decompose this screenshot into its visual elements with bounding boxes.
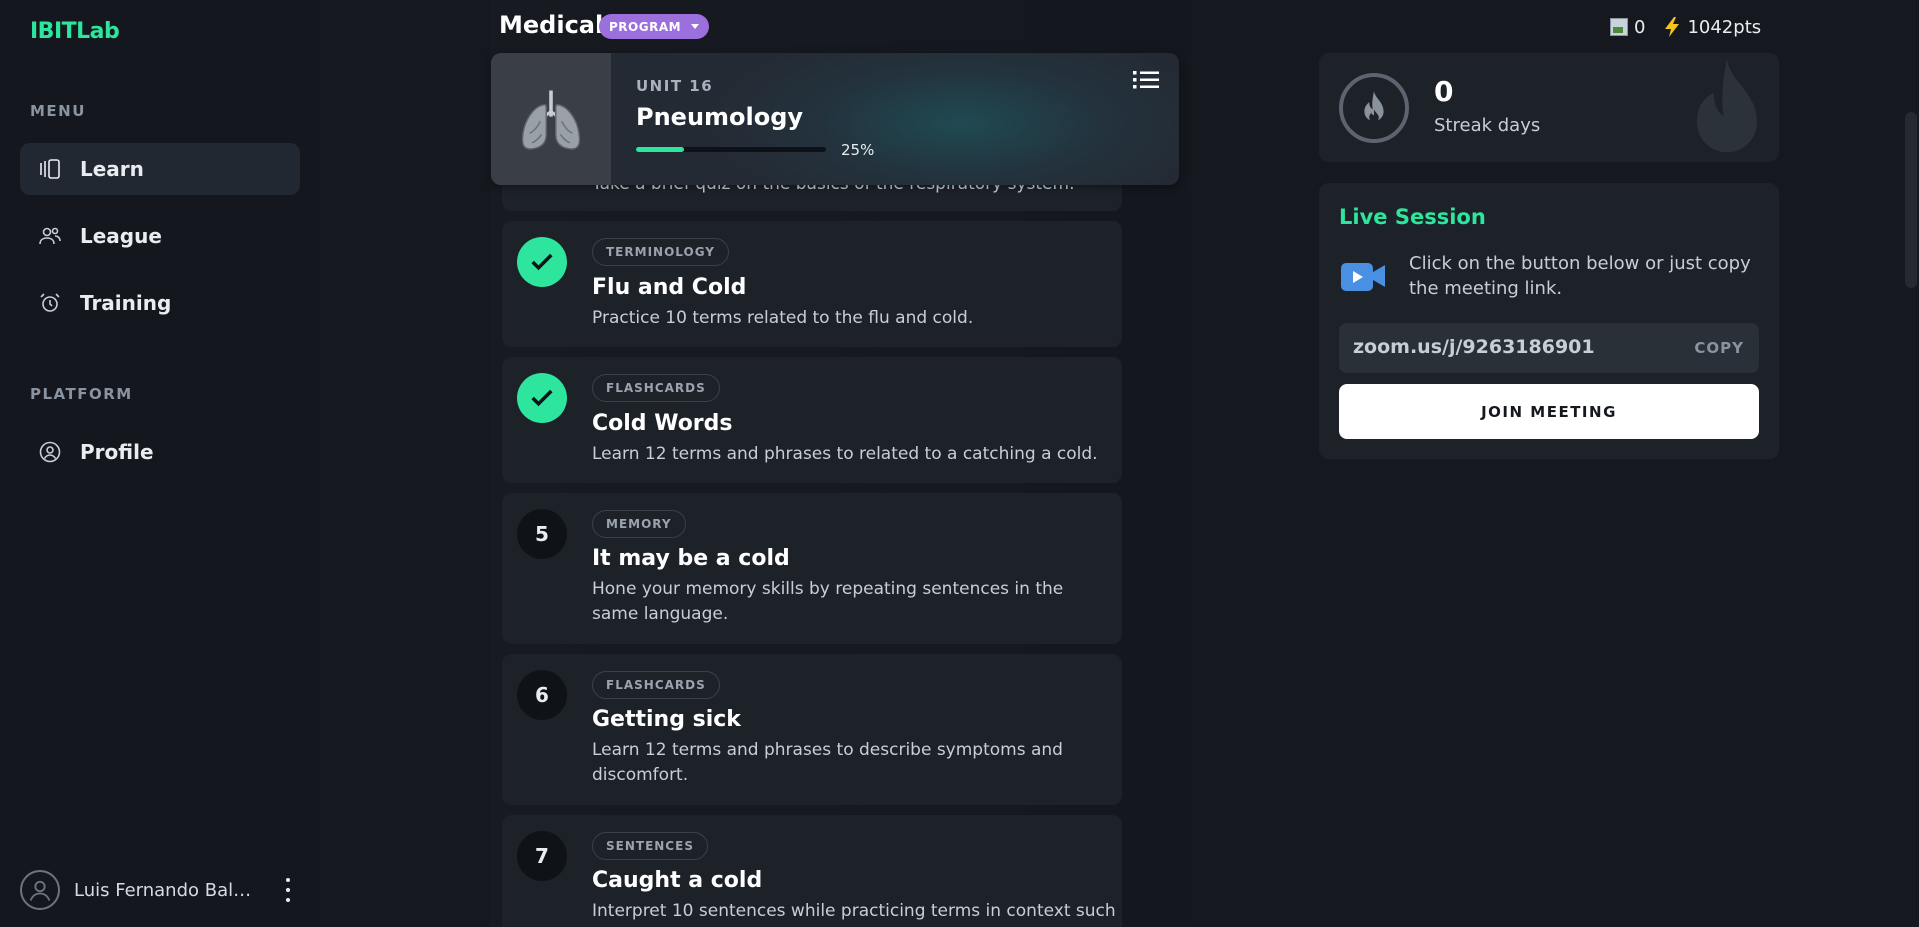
unit-header-card[interactable]: UNIT 16 Pneumology 25%: [491, 53, 1179, 185]
sidebar-item-training[interactable]: Training: [20, 277, 300, 329]
join-meeting-button[interactable]: JOIN MEETING: [1339, 384, 1759, 439]
lesson-description: Practice 10 terms related to the flu and…: [592, 308, 974, 328]
streak-count: 0: [1434, 75, 1454, 108]
sidebar-item-learn[interactable]: Learn: [20, 143, 300, 195]
alarm-clock-icon: [38, 291, 62, 315]
streak-ring: [1339, 73, 1409, 143]
unit-title: Pneumology: [636, 103, 804, 131]
lightning-icon: [1665, 17, 1680, 37]
unit-progress-label: 25%: [841, 141, 875, 159]
live-session-panel: Live Session Click on the button below o…: [1319, 183, 1779, 459]
copy-link-button[interactable]: COPY: [1694, 339, 1744, 357]
users-icon: [38, 224, 62, 248]
user-name: Luis Fernando Bald...: [74, 879, 254, 901]
program-badge-label: PROGRAM: [609, 19, 682, 34]
course-title: Medical: [499, 11, 604, 39]
lesson-title: Flu and Cold: [592, 275, 747, 300]
points-value: 1042pts: [1687, 16, 1762, 38]
lesson-number: 7: [517, 831, 567, 881]
chevron-down-icon: [691, 24, 700, 29]
lesson-tag: TERMINOLOGY: [592, 238, 729, 266]
user-circle-icon: [38, 440, 62, 464]
meeting-link-field[interactable]: zoom.us/j/9263186901 COPY: [1339, 323, 1759, 373]
more-options-icon[interactable]: [278, 875, 298, 905]
sidebar-item-label: Learn: [80, 157, 144, 181]
user-account[interactable]: Luis Fernando Bald...: [20, 870, 300, 910]
scrollbar[interactable]: [1905, 112, 1917, 288]
unit-progress-fill: [636, 147, 684, 152]
avatar[interactable]: [20, 870, 60, 910]
list-icon[interactable]: [1133, 69, 1159, 91]
unit-progress-bar: [636, 147, 826, 152]
lesson-number: 5: [517, 509, 567, 559]
flame-watermark-icon: [1697, 59, 1757, 153]
platform-section-label: PLATFORM: [30, 385, 133, 403]
lesson-tag: MEMORY: [592, 510, 686, 538]
streak-panel: 0 Streak days: [1319, 53, 1779, 162]
live-session-title: Live Session: [1339, 205, 1486, 229]
sidebar: IBITLab MENU Learn League Training PLATF…: [0, 0, 320, 927]
lesson-card[interactable]: FLASHCARDS Cold Words Learn 12 terms and…: [502, 357, 1122, 483]
broken-image-icon: [1610, 18, 1628, 36]
sidebar-item-league[interactable]: League: [20, 210, 300, 262]
lesson-card[interactable]: TERMINOLOGY Flu and Cold Practice 10 ter…: [502, 221, 1122, 347]
meeting-link[interactable]: zoom.us/j/9263186901: [1353, 336, 1595, 358]
streak-label: Streak days: [1434, 115, 1541, 136]
header-stats: 0 1042pts: [1610, 16, 1761, 38]
live-session-instructions: Click on the button below or just copy t…: [1409, 253, 1751, 299]
program-dropdown[interactable]: PROGRAM: [599, 14, 710, 39]
video-camera-icon: [1341, 263, 1385, 291]
lesson-card[interactable]: 5 MEMORY It may be a cold Hone your memo…: [502, 493, 1122, 644]
sidebar-item-label: Profile: [80, 440, 154, 464]
unit-number: UNIT 16: [636, 77, 714, 95]
lesson-title: Caught a cold: [592, 868, 763, 893]
lesson-tag: FLASHCARDS: [592, 671, 720, 699]
lungs-icon: [491, 53, 611, 185]
completed-check-icon: [517, 373, 567, 423]
lesson-description: Interpret 10 sentences while practicing …: [592, 901, 1116, 921]
app-logo[interactable]: IBITLab: [30, 19, 120, 44]
sidebar-item-label: League: [80, 224, 162, 248]
lesson-title: Getting sick: [592, 707, 741, 732]
lesson-description: Learn 12 terms and phrases to describe s…: [592, 740, 1063, 785]
completed-check-icon: [517, 237, 567, 287]
flame-icon: [1364, 91, 1384, 123]
menu-section-label: MENU: [30, 102, 86, 120]
lesson-title: It may be a cold: [592, 546, 790, 571]
lesson-tag: FLASHCARDS: [592, 374, 720, 402]
lesson-description: Learn 12 terms and phrases to related to…: [592, 444, 1098, 464]
lesson-title: Cold Words: [592, 411, 733, 436]
lesson-card[interactable]: 6 FLASHCARDS Getting sick Learn 12 terms…: [502, 654, 1122, 805]
learn-cards-icon: [38, 157, 62, 181]
sidebar-item-profile[interactable]: Profile: [20, 426, 300, 478]
lesson-tag: SENTENCES: [592, 832, 708, 860]
image-count: 0: [1634, 16, 1646, 38]
user-avatar-icon: [29, 880, 51, 901]
lesson-description: Hone your memory skills by repeating sen…: [592, 579, 1064, 624]
lesson-card[interactable]: 7 SENTENCES Caught a cold Interpret 10 s…: [502, 815, 1122, 927]
sidebar-item-label: Training: [80, 291, 172, 315]
lesson-number: 6: [517, 670, 567, 720]
